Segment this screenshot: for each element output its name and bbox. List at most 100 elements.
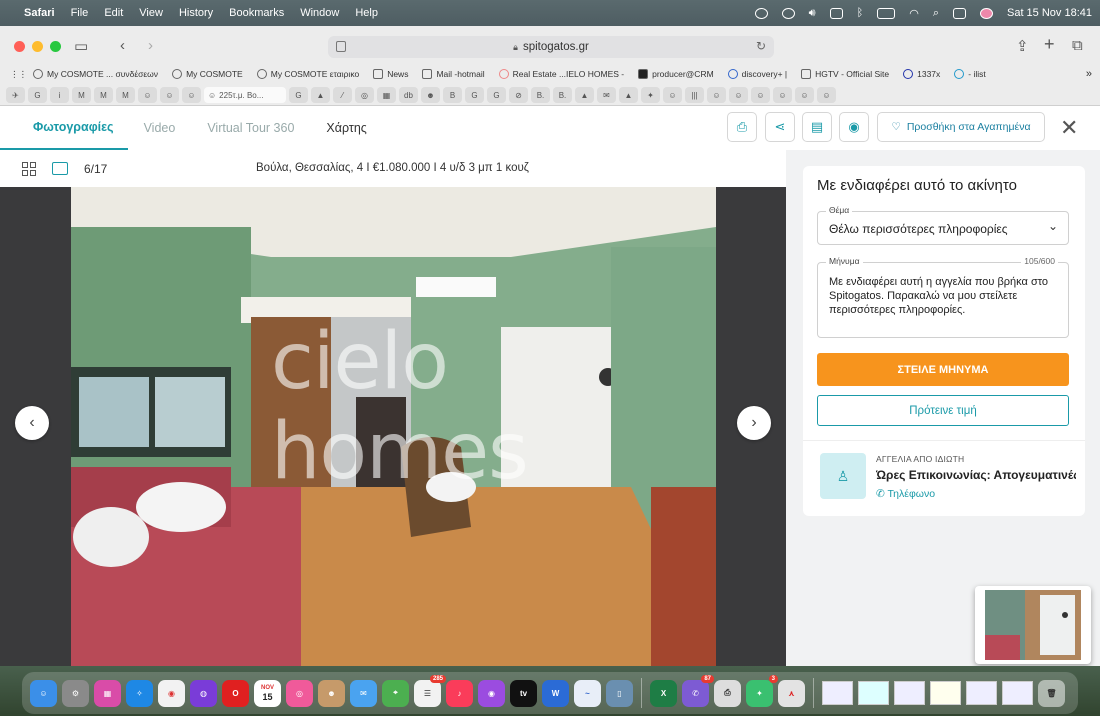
bookmarks-grid-icon[interactable]: ⋮⋮ — [10, 69, 27, 80]
reminders-icon[interactable]: ☰ 285 — [414, 674, 446, 707]
wifi-icon[interactable]: ◠ — [909, 7, 919, 20]
firefox-icon[interactable]: ◍ — [190, 679, 217, 707]
siri-icon[interactable] — [979, 7, 993, 19]
next-photo-button[interactable]: › — [737, 406, 771, 440]
bookmark-item[interactable]: Real Estate ...IELO HOMES - — [498, 69, 624, 79]
display-icon[interactable] — [754, 7, 768, 19]
tab-favicon[interactable]: ✈ — [6, 87, 25, 103]
menu-view[interactable]: View — [139, 7, 163, 19]
tab-favicon[interactable]: ☺ — [707, 87, 726, 103]
calendar-icon[interactable]: NOV 15 — [254, 679, 281, 707]
bookmark-item[interactable]: My COSMOTE ... συνδέσεων — [33, 69, 158, 79]
tab-favicon[interactable]: G — [289, 87, 308, 103]
subject-select[interactable]: Θέμα Θέλω περισσότερες πληροφορίες ⌄ — [817, 205, 1069, 245]
tab-favicon[interactable]: ◎ — [355, 87, 374, 103]
tab-favicon[interactable]: db — [399, 87, 418, 103]
menu-history[interactable]: History — [179, 7, 213, 19]
tab-favicon[interactable]: ✉ — [597, 87, 616, 103]
volume-icon[interactable]: 🔊︎ — [809, 7, 816, 20]
tab-favicon[interactable]: ▲ — [311, 87, 330, 103]
music-icon[interactable]: ♪ — [446, 679, 473, 707]
minimized-window[interactable] — [894, 681, 925, 705]
contacts-icon[interactable]: ☻ — [318, 679, 345, 707]
address-bar[interactable]: 🔒︎ spitogatos.gr ↻ — [328, 36, 774, 58]
viber-icon[interactable]: ✆ 87 — [682, 674, 714, 707]
propose-price-button[interactable]: Πρότεινε τιμή — [817, 395, 1069, 426]
search-icon[interactable]: ⌕ — [933, 7, 939, 20]
tab-favicon[interactable]: ⁄ — [333, 87, 352, 103]
tab-favicon[interactable]: ☺ — [817, 87, 836, 103]
tab-favicon[interactable]: ▲ — [575, 87, 594, 103]
preview-icon[interactable]: ▯ — [606, 679, 633, 707]
tab-virtual-tour[interactable]: Virtual Tour 360 — [191, 106, 310, 150]
menu-file[interactable]: File — [71, 7, 89, 19]
hide-button[interactable]: ◉ — [839, 112, 869, 142]
bookmark-item[interactable]: producer@CRM — [638, 69, 714, 79]
tab-map[interactable]: Χάρτης — [310, 106, 382, 150]
menu-bookmarks[interactable]: Bookmarks — [229, 7, 284, 19]
minimized-window[interactable] — [966, 681, 997, 705]
tab-photos[interactable]: Φωτογραφίες — [0, 106, 128, 150]
bookmark-item[interactable]: 1337x — [903, 69, 940, 79]
back-icon[interactable]: ‹ — [120, 37, 125, 54]
launchpad-icon[interactable]: ▦ — [94, 679, 121, 707]
tab-favicon[interactable]: ☺ — [795, 87, 814, 103]
bookmark-item[interactable]: Mail -hotmail — [422, 69, 485, 79]
tab-favicon[interactable]: ⊘ — [509, 87, 528, 103]
tab-favicon[interactable]: ||| — [685, 87, 704, 103]
tab-favicon[interactable]: ☺ — [160, 87, 179, 103]
appletv-icon[interactable]: tv — [510, 679, 537, 707]
photo-booth-icon[interactable]: ◎ — [286, 679, 313, 707]
finder-icon[interactable]: ☺ — [30, 679, 57, 707]
printer-icon[interactable]: ⎙ — [714, 679, 741, 707]
tab-favicon[interactable]: ▲ — [619, 87, 638, 103]
acrobat-icon[interactable]: ⋏ — [778, 679, 805, 707]
tab-favicon[interactable]: B — [443, 87, 462, 103]
tab-favicon[interactable]: ☺ — [182, 87, 201, 103]
close-window-button[interactable] — [14, 41, 25, 52]
send-message-button[interactable]: ΣΤΕΙΛΕ ΜΗΝΥΜΑ — [817, 353, 1069, 386]
tab-favicon[interactable]: ☺ — [729, 87, 748, 103]
freeform-icon[interactable]: ~ — [574, 679, 601, 707]
phone-link[interactable]: ✆ Τηλέφωνο — [876, 488, 935, 500]
tab-favicon[interactable]: ☺ — [138, 87, 157, 103]
menu-app[interactable]: Safari — [24, 7, 55, 19]
minimized-window[interactable] — [822, 681, 853, 705]
tab-favicon[interactable]: ☺ — [663, 87, 682, 103]
menu-help[interactable]: Help — [355, 7, 378, 19]
tab-favicon[interactable]: B. — [553, 87, 572, 103]
safari-icon[interactable]: ✧ — [126, 679, 153, 707]
bookmark-item[interactable]: HGTV - Official Site — [801, 69, 889, 79]
sidebar-icon[interactable]: ▭ — [74, 37, 88, 55]
grid-view-icon[interactable] — [22, 162, 36, 176]
prev-photo-button[interactable]: ‹ — [15, 406, 49, 440]
tab-favicon[interactable]: ✦ — [641, 87, 660, 103]
bookmark-item[interactable]: My COSMOTE εταιρικο — [256, 69, 359, 79]
minimized-window[interactable] — [858, 681, 889, 705]
datetime[interactable]: Sat 15 Nov 18:41 — [1007, 7, 1092, 19]
share-icon[interactable]: ⇪ — [1016, 37, 1029, 55]
tab-favicon[interactable]: ☺ — [751, 87, 770, 103]
image-view-icon[interactable] — [52, 162, 68, 175]
new-tab-icon[interactable]: + — [1044, 34, 1055, 55]
tab-favicon[interactable]: ▦ — [377, 87, 396, 103]
bluetooth-icon[interactable]: ᛒ — [857, 7, 864, 19]
minimize-window-button[interactable] — [32, 41, 43, 52]
add-favorite-button[interactable]: ♡ Προσθήκη στα Αγαπημένα — [877, 112, 1045, 142]
more-bookmarks-icon[interactable]: » — [1086, 68, 1100, 80]
trash-icon[interactable]: 🗑︎ — [1038, 679, 1065, 707]
forward-icon[interactable]: › — [148, 37, 153, 54]
podcasts-icon[interactable]: ◉ — [478, 679, 505, 707]
tab-favicon[interactable]: M — [116, 87, 135, 103]
bookmark-item[interactable]: My COSMOTE — [172, 69, 243, 79]
bookmark-item[interactable]: - ilist — [954, 69, 986, 79]
tab-favicon[interactable]: i — [50, 87, 69, 103]
tab-favicon[interactable]: G — [28, 87, 47, 103]
reload-icon[interactable]: ↻ — [756, 39, 766, 53]
settings-icon[interactable]: ⚙ — [62, 679, 89, 707]
tab-favicon[interactable]: B. — [531, 87, 550, 103]
message-textarea[interactable]: Μήνυμα 105/600 Με ενδιαφέρει αυτή η αγγε… — [817, 256, 1069, 338]
bookmark-folder[interactable]: News — [373, 69, 408, 79]
print-button[interactable]: ⎙ — [727, 112, 757, 142]
opera-icon[interactable]: O — [222, 679, 249, 707]
